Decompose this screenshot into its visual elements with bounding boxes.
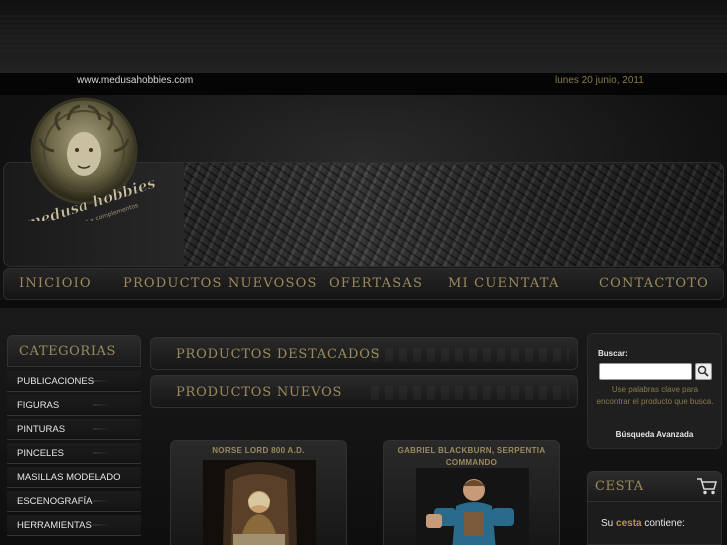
cart-suffix: contiene: (644, 518, 685, 529)
search-box: Buscar: Use palabras clave para encontra… (587, 333, 722, 449)
site-url: www.medusahobbies.com (77, 75, 194, 86)
shopping-cart-icon[interactable] (696, 476, 718, 496)
cart-body: Su cesta contiene: (587, 502, 722, 545)
cart-prefix: Su (601, 518, 614, 529)
cart-title: CESTA (595, 479, 644, 494)
new-products-title: PRODUCTOS NUEVOS (176, 385, 343, 400)
categories-title: CATEGORIAS (19, 344, 117, 359)
categories-header: CATEGORIAS (7, 335, 141, 367)
category-escenografia[interactable]: ESCENOGRAFÍA (7, 491, 141, 512)
product-card[interactable]: NORSE LORD 800 A.D. (170, 440, 347, 545)
product-image[interactable] (416, 468, 529, 545)
nav-mi-cuenta[interactable]: MI CUENTATA (448, 276, 560, 291)
category-label: HERRAMIENTAS (17, 520, 92, 531)
category-publicaciones[interactable]: PUBLICACIONES (7, 371, 141, 392)
category-label: MASILLAS MODELADO (17, 472, 121, 483)
advanced-search-link[interactable]: Búsqueda Avanzada (588, 430, 721, 439)
current-date: lunes 20 junio, 2011 (555, 75, 644, 86)
category-label: PINTURAS (17, 424, 66, 435)
cart-header: CESTA (587, 471, 722, 502)
nav-contacto[interactable]: CONTACTOTO (599, 276, 709, 291)
new-products-header: PRODUCTOS NUEVOS (150, 375, 578, 408)
nav-ofertas[interactable]: OFERTASAS (329, 276, 423, 291)
nav-separator (0, 300, 727, 308)
search-icon (697, 365, 709, 377)
search-button[interactable] (695, 363, 712, 380)
medusa-logo[interactable]: medusa hobbies figuras y complementos (24, 96, 164, 221)
top-band (0, 0, 727, 73)
category-label: FIGURAS (17, 400, 60, 411)
category-label: ESCENOGRAFÍA (17, 496, 93, 507)
category-label: PINCELES (17, 448, 64, 459)
search-hint: Use palabras clave para encontrar el pro… (596, 385, 714, 406)
nav-productos-nuevos[interactable]: PRODUCTOS NUEVOSOS (123, 276, 318, 291)
main-nav: INICIOIO PRODUCTOS NUEVOSOS OFERTASAS MI… (3, 268, 724, 300)
search-label: Buscar: (598, 349, 628, 358)
featured-products-title: PRODUCTOS DESTACADOS (176, 347, 381, 362)
featured-products-header: PRODUCTOS DESTACADOS (150, 337, 578, 370)
cart-summary: Su cesta contiene: (601, 518, 685, 529)
category-pinceles[interactable]: PINCELES (7, 443, 141, 464)
product-name[interactable]: NORSE LORD 800 A.D. (177, 445, 340, 457)
product-image[interactable] (203, 460, 316, 545)
search-input[interactable] (599, 363, 692, 380)
category-label: PUBLICACIONES (17, 376, 95, 387)
product-name[interactable]: GABRIEL BLACKBURN, SERPENTIA COMMANDO (390, 445, 553, 469)
category-pinturas[interactable]: PINTURAS (7, 419, 141, 440)
nav-inicio[interactable]: INICIOIO (19, 276, 92, 291)
cart-link[interactable]: cesta (616, 518, 642, 529)
product-card[interactable]: GABRIEL BLACKBURN, SERPENTIA COMMANDO (383, 440, 560, 545)
category-herramientas[interactable]: HERRAMIENTAS (7, 515, 141, 536)
category-figuras[interactable]: FIGURAS (7, 395, 141, 416)
category-masillas-modelado[interactable]: MASILLAS MODELADO (7, 467, 141, 488)
